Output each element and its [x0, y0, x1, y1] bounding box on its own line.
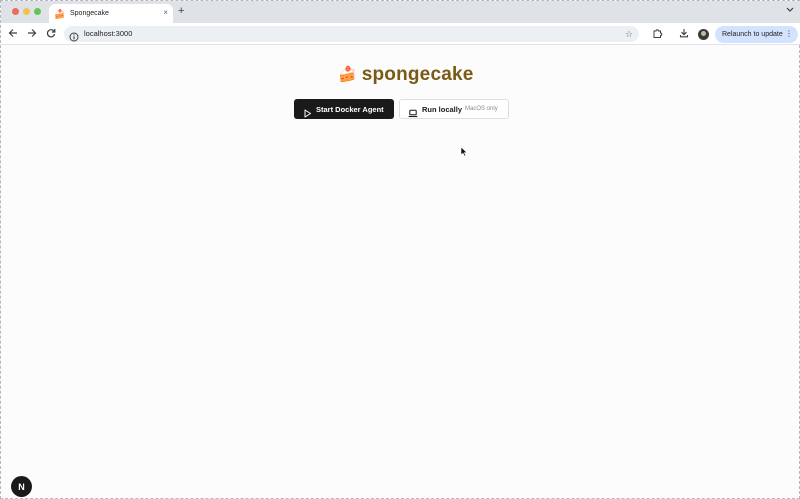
relaunch-label: Relaunch to update	[722, 31, 783, 38]
tab-strip: 🍰 Spongecake × +	[1, 1, 800, 23]
site-info-icon[interactable]	[69, 29, 79, 42]
browser-tab-spongecake[interactable]: 🍰 Spongecake ×	[49, 4, 173, 23]
profile-avatar[interactable]	[698, 29, 709, 40]
start-docker-agent-button[interactable]: Start Docker Agent	[294, 99, 394, 119]
new-tab-button[interactable]: +	[178, 5, 184, 17]
macos-only-note: MacOS only	[465, 106, 498, 112]
cake-logo-icon: 🍰	[338, 66, 357, 83]
nextjs-dev-badge[interactable]: N	[11, 476, 32, 497]
run-locally-button[interactable]: Run locally MacOS only	[399, 99, 509, 119]
run-locally-label: Run locally	[422, 104, 463, 114]
window-zoom-button[interactable]	[34, 8, 41, 15]
extensions-puzzle-icon[interactable]	[651, 27, 663, 39]
tab-search-chevron-icon[interactable]	[786, 7, 794, 14]
window-close-button[interactable]	[12, 8, 19, 15]
browser-menu-icon[interactable]: ⋮	[785, 28, 793, 40]
download-icon[interactable]	[678, 27, 690, 39]
window-minimize-button[interactable]	[23, 8, 30, 15]
back-arrow-icon[interactable]	[7, 27, 19, 39]
url-text: localhost:3000	[84, 29, 133, 38]
nextjs-badge-letter: N	[18, 481, 25, 492]
brand-logo: 🍰 spongecake	[338, 64, 474, 86]
address-bar[interactable]: localhost:3000 ☆	[64, 26, 639, 42]
brand-name: spongecake	[361, 64, 474, 85]
mouse-cursor-icon	[460, 144, 468, 157]
reload-icon[interactable]	[45, 27, 57, 39]
start-docker-agent-label: Start Docker Agent	[316, 104, 384, 114]
relaunch-to-update-button[interactable]: Relaunch to update ⋮	[715, 26, 798, 43]
tab-title: Spongecake	[70, 10, 109, 17]
browser-toolbar: localhost:3000 ☆ Relaunch to update ⋮	[1, 23, 800, 45]
play-icon	[303, 105, 312, 117]
forward-arrow-icon[interactable]	[26, 27, 38, 39]
laptop-icon	[408, 105, 418, 117]
bookmark-star-icon[interactable]: ☆	[625, 28, 633, 40]
tab-close-icon[interactable]: ×	[163, 8, 168, 18]
cake-favicon-icon: 🍰	[54, 8, 66, 19]
